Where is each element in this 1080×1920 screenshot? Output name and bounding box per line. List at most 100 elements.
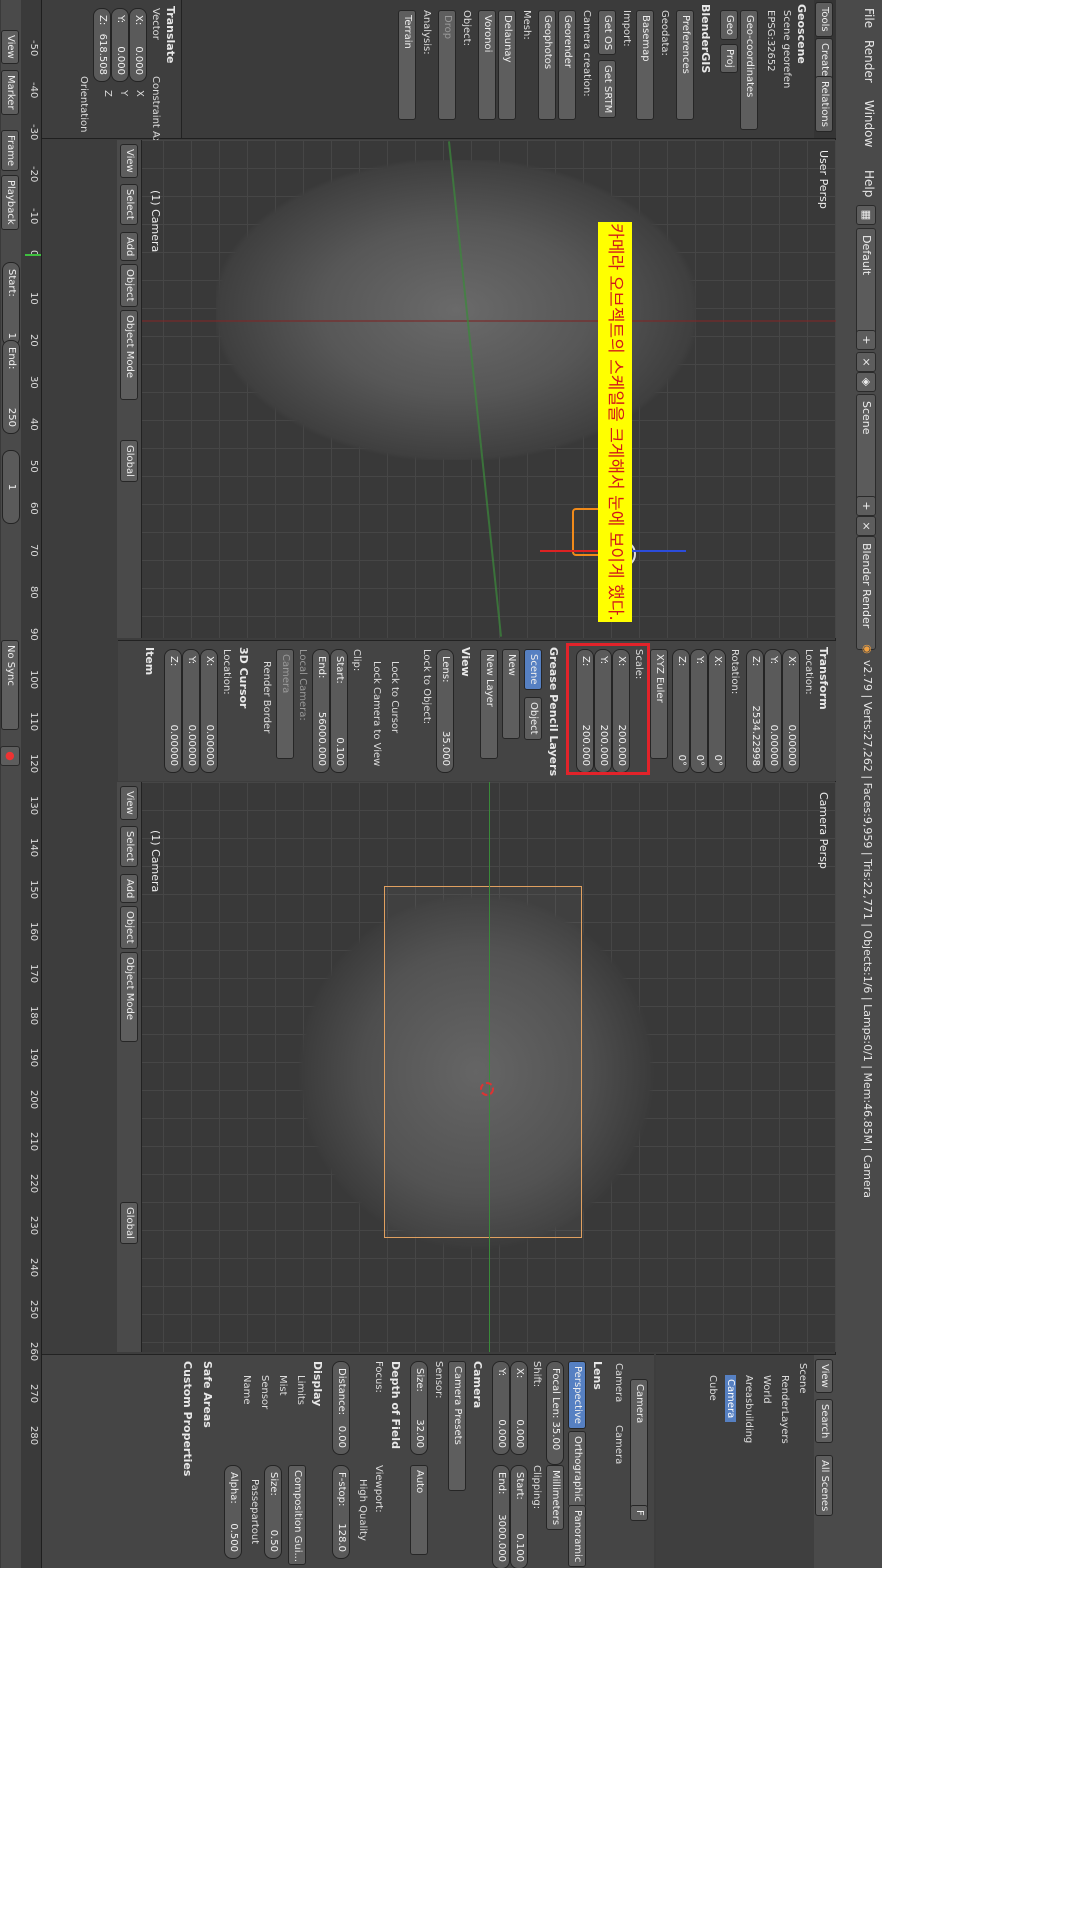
- layout-selector[interactable]: Default: [856, 228, 876, 342]
- upper-orientation-selector[interactable]: Global: [120, 440, 138, 482]
- cursor-x-field[interactable]: X: 0.00000: [200, 649, 218, 773]
- remove-layout-icon[interactable]: ×: [856, 352, 876, 372]
- georender-button[interactable]: Georender: [558, 10, 576, 120]
- vector-x-field[interactable]: X: 0.000: [129, 8, 147, 82]
- camera-data-name-field[interactable]: Camera: [630, 1379, 648, 1509]
- rotation-y-field[interactable]: Y: 0°: [690, 649, 708, 773]
- fake-user-button[interactable]: F: [630, 1505, 648, 1521]
- render-border-checkbox[interactable]: Render Border: [261, 661, 272, 733]
- rotation-z-field[interactable]: Z: 0°: [672, 649, 690, 773]
- location-x-field[interactable]: X: 0.00000: [782, 649, 800, 773]
- clip-end-prop-field[interactable]: End: 3000.000: [492, 1465, 510, 1568]
- current-frame-marker[interactable]: [25, 254, 41, 256]
- custom-properties-title[interactable]: Custom Properties: [181, 1361, 194, 1476]
- outliner-item-areasbuilding[interactable]: Areasbuilding: [743, 1375, 754, 1443]
- upper-mode-selector[interactable]: Object Mode: [120, 310, 138, 400]
- location-z-field[interactable]: Z: 2534.22998: [746, 649, 764, 773]
- new-layer-button[interactable]: New Layer: [480, 649, 498, 759]
- mist-checkbox[interactable]: Mist: [277, 1375, 288, 1396]
- user-persp-viewport[interactable]: [142, 140, 836, 638]
- cam-add-menu[interactable]: Add: [120, 874, 138, 904]
- geo-coordinates-button[interactable]: Geo-coordinates: [740, 10, 758, 130]
- outliner-item-camera[interactable]: Camera: [725, 1375, 736, 1423]
- cam-orientation-selector[interactable]: Global: [120, 1202, 138, 1244]
- cursor-y-field[interactable]: Y: 0.00000: [182, 649, 200, 773]
- scene-selector[interactable]: Scene: [856, 394, 876, 508]
- alpha-field[interactable]: Alpha: 0.500: [224, 1465, 242, 1559]
- add-scene-icon[interactable]: +: [856, 496, 876, 516]
- camera-presets-select[interactable]: Camera Presets: [448, 1361, 466, 1491]
- geophotos-button[interactable]: Geophotos: [538, 10, 556, 120]
- sensor-size-field[interactable]: Size: 32.00: [410, 1361, 428, 1455]
- clip-start-prop-field[interactable]: Start: 0.100: [510, 1465, 528, 1568]
- panoramic-tab[interactable]: Panoramic: [568, 1505, 586, 1568]
- outliner-item-renderlayers[interactable]: RenderLayers: [779, 1375, 790, 1444]
- grease-scene-tab[interactable]: Scene: [524, 649, 542, 690]
- focus-distance-field[interactable]: Distance: 0.00: [332, 1361, 350, 1455]
- perspective-tab[interactable]: Perspective: [568, 1361, 586, 1429]
- upper-select-menu[interactable]: Select: [120, 184, 138, 225]
- fstop-field[interactable]: F-stop: 128.0: [332, 1465, 350, 1559]
- constraint-y[interactable]: Y: [118, 90, 129, 96]
- screen-layout-icon[interactable]: ▦: [856, 205, 876, 225]
- safe-areas-title[interactable]: Safe Areas: [201, 1361, 214, 1428]
- camera-persp-viewport[interactable]: [118, 782, 836, 1352]
- grease-object-tab[interactable]: Object: [524, 697, 542, 740]
- outliner-view-menu[interactable]: View: [815, 1359, 833, 1393]
- grease-new-button[interactable]: New: [502, 649, 520, 739]
- lens-unit-select[interactable]: Millimeters: [546, 1465, 564, 1531]
- upper-add-menu[interactable]: Add: [120, 232, 138, 262]
- sync-mode-select[interactable]: No Sync: [1, 640, 19, 730]
- menu-window[interactable]: Window: [862, 100, 876, 147]
- preferences-button[interactable]: Preferences: [676, 10, 694, 120]
- cam-view-menu[interactable]: View: [120, 786, 138, 820]
- passepartout-checkbox[interactable]: Passepartout: [249, 1479, 260, 1544]
- cam-select-menu[interactable]: Select: [120, 826, 138, 867]
- outliner-item-cube[interactable]: Cube: [707, 1375, 718, 1401]
- add-layout-icon[interactable]: +: [856, 330, 876, 350]
- timeline-playback-menu[interactable]: Playback: [1, 175, 19, 230]
- upper-view-menu[interactable]: View: [120, 144, 138, 178]
- name-checkbox[interactable]: Name: [241, 1375, 252, 1405]
- clip-start-field[interactable]: Start: 0.100: [330, 649, 348, 773]
- timeline[interactable]: -50-40-30-20-100102030405060708090100110…: [0, 0, 42, 1568]
- vector-z-field[interactable]: Z: 618.508: [93, 8, 111, 82]
- record-icon[interactable]: ●: [0, 746, 20, 766]
- sensor-fit-select[interactable]: Auto: [410, 1465, 428, 1555]
- upper-object-menu[interactable]: Object: [120, 264, 138, 307]
- menu-help[interactable]: Help: [862, 170, 876, 197]
- timeline-frame-menu[interactable]: Frame: [1, 130, 19, 172]
- outliner-item-world[interactable]: World: [761, 1375, 772, 1404]
- tab-tools[interactable]: Tools: [815, 2, 833, 37]
- local-camera-field[interactable]: Camera: [276, 649, 294, 759]
- timeline-view-menu[interactable]: View: [1, 30, 19, 64]
- shift-y-field[interactable]: Y: 0.000: [492, 1361, 510, 1455]
- gizmo-z-arrow[interactable]: [626, 550, 686, 552]
- delaunay-button[interactable]: Delaunay: [498, 10, 516, 120]
- voronoi-button[interactable]: Voronoi: [478, 10, 496, 120]
- rotation-mode-select[interactable]: XYZ Euler: [650, 649, 668, 759]
- constraint-z[interactable]: Z: [102, 90, 113, 97]
- menu-file[interactable]: File: [862, 8, 876, 28]
- high-quality-checkbox[interactable]: High Quality: [357, 1479, 368, 1541]
- cam-mode-selector[interactable]: Object Mode: [120, 952, 138, 1042]
- end-frame-field[interactable]: End: 250: [2, 340, 20, 434]
- vector-y-field[interactable]: Y: 0.000: [111, 8, 129, 82]
- tab-relations[interactable]: Relations: [815, 76, 833, 132]
- rotation-x-field[interactable]: X: 0°: [708, 649, 726, 773]
- proj-button[interactable]: Proj: [720, 44, 738, 73]
- clip-end-field[interactable]: End: 56000.000: [312, 649, 330, 773]
- basemap-button[interactable]: Basemap: [636, 10, 654, 120]
- drop-button[interactable]: Drop: [438, 10, 456, 120]
- gizmo-x-arrow[interactable]: [540, 550, 600, 552]
- limits-checkbox[interactable]: Limits: [295, 1375, 306, 1405]
- remove-scene-icon[interactable]: ×: [856, 516, 876, 536]
- outliner-item-scene[interactable]: Scene: [797, 1363, 808, 1394]
- display-size-field[interactable]: Size: 0.50: [264, 1465, 282, 1559]
- orthographic-tab[interactable]: Orthographic: [568, 1431, 586, 1507]
- start-frame-field[interactable]: Start: 1: [2, 262, 20, 346]
- sensor-checkbox[interactable]: Sensor: [259, 1375, 270, 1409]
- location-y-field[interactable]: Y: 0.00000: [764, 649, 782, 773]
- cursor-z-field[interactable]: Z: 0.00000: [164, 649, 182, 773]
- cam-object-menu[interactable]: Object: [120, 906, 138, 949]
